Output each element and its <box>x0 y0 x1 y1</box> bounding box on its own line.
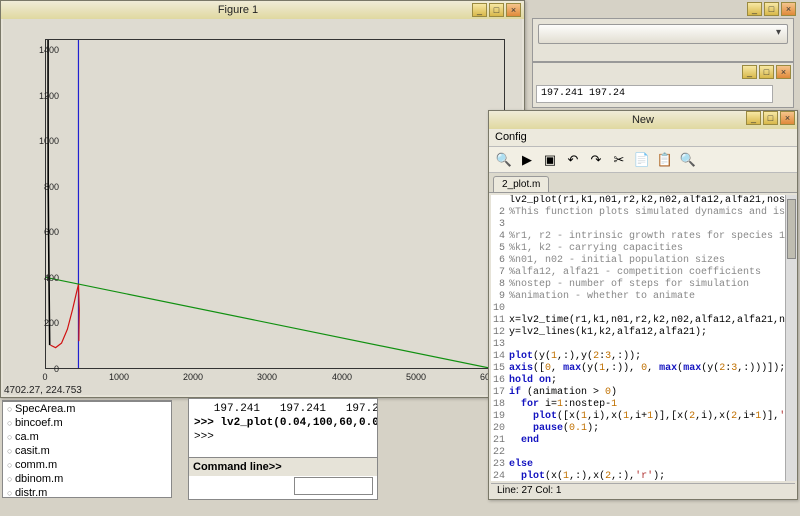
undo-icon[interactable]: ↶ <box>564 151 582 169</box>
zoom-icon[interactable]: 🔍 <box>495 151 513 169</box>
code-line[interactable]: 8%nostep - number of steps for simulatio… <box>491 279 785 291</box>
run-icon[interactable]: ▶ <box>518 151 536 169</box>
editor-max-button[interactable]: □ <box>763 111 778 125</box>
code-line[interactable]: 18 for i=1:nostep-1 <box>491 399 785 411</box>
xtick: 0 <box>42 372 47 382</box>
paste-icon[interactable]: 📋 <box>656 151 674 169</box>
redo-icon[interactable]: ↷ <box>587 151 605 169</box>
file-list-item[interactable]: bincoef.m <box>3 416 171 430</box>
code-line[interactable]: 22 <box>491 447 785 459</box>
figure-minimize-button[interactable]: _ <box>472 3 487 17</box>
code-line[interactable]: 4%r1, r2 - intrinsic growth rates for sp… <box>491 231 785 243</box>
editor-statusbar: Line: 27 Col: 1 <box>491 483 795 499</box>
code-line[interactable]: 15axis([0, max(y(1,:)), 0, max(max(y(2:3… <box>491 363 785 375</box>
ytick: 600 <box>31 227 59 237</box>
code-line[interactable]: 3 <box>491 219 785 231</box>
code-line[interactable]: 6%n01, n02 - initial population sizes <box>491 255 785 267</box>
xtick: 3000 <box>257 372 277 382</box>
code-line[interactable]: 19 plot([x(1,i),x(1,i+1)],[x(2,i),x(2,i+… <box>491 411 785 423</box>
code-line[interactable]: 20 pause(0.1); <box>491 423 785 435</box>
file-list[interactable]: SpecArea.mbincoef.mca.mcasit.mcomm.mdbin… <box>2 400 172 498</box>
find-icon[interactable]: 🔍 <box>679 151 697 169</box>
file-list-item[interactable]: dbinom.m <box>3 472 171 486</box>
panel-min-button[interactable]: _ <box>742 65 757 79</box>
code-line[interactable]: 11x=lv2_time(r1,k1,n01,r2,k2,n02,alfa12,… <box>491 315 785 327</box>
editor-min-button[interactable]: _ <box>746 111 761 125</box>
figure-window: Figure 1 _ □ × 0 200 400 600 800 <box>0 0 525 398</box>
command-window: 197.241 197.241 197.241 >>> lv2_plot(0.0… <box>188 398 378 500</box>
file-list-item[interactable]: ca.m <box>3 430 171 444</box>
figure-maximize-button[interactable]: □ <box>489 3 504 17</box>
figure-title: Figure 1 <box>4 4 472 16</box>
xtick: 5000 <box>406 372 426 382</box>
code-line[interactable]: lv2_plot(r1,k1,n01,r2,k2,n02,alfa12,alfa… <box>491 195 785 207</box>
panel-values: _ □ × 197.241 197.24 <box>532 62 794 108</box>
code-line[interactable]: 12y=lv2_lines(k1,k2,alfa12,alfa21); <box>491 327 785 339</box>
editor-scrollbar[interactable] <box>785 195 797 481</box>
code-line[interactable]: 21 end <box>491 435 785 447</box>
editor-toolbar: 🔍 ▶ ▣ ↶ ↷ ✂ 📄 📋 🔍 <box>489 147 797 173</box>
editor-menu-config[interactable]: Config <box>489 129 797 147</box>
code-line[interactable]: 10 <box>491 303 785 315</box>
print-icon[interactable]: ▣ <box>541 151 559 169</box>
ytick: 800 <box>31 182 59 192</box>
figure-titlebar[interactable]: Figure 1 _ □ × <box>1 1 524 19</box>
code-line[interactable]: 2%This function plots simulated dynamics… <box>491 207 785 219</box>
cut-icon[interactable]: ✂ <box>610 151 628 169</box>
editor-text-area[interactable]: lv2_plot(r1,k1,n01,r2,k2,n02,alfa12,alfa… <box>491 195 785 481</box>
ytick: 1400 <box>31 45 59 55</box>
dropdown-selector[interactable] <box>538 24 788 44</box>
scrollbar-thumb[interactable] <box>787 199 796 259</box>
plot-axes[interactable] <box>45 39 505 369</box>
panel-dropdown <box>532 18 794 62</box>
code-line[interactable]: 5%k1, k2 - carrying capacities <box>491 243 785 255</box>
ytick: 200 <box>31 318 59 328</box>
xtick: 4000 <box>332 372 352 382</box>
editor-close-button[interactable]: × <box>780 111 795 125</box>
file-list-item[interactable]: comm.m <box>3 458 171 472</box>
code-line[interactable]: 24 plot(x(1,:),x(2,:),'r'); <box>491 471 785 481</box>
code-line[interactable]: 23else <box>491 459 785 471</box>
outer-close-button[interactable]: × <box>781 2 796 16</box>
code-line[interactable]: 17if (animation > 0) <box>491 387 785 399</box>
ytick: 1200 <box>31 91 59 101</box>
outer-maximize-button[interactable]: □ <box>764 2 779 16</box>
code-line[interactable]: 14plot(y(1,:),y(2:3,:)); <box>491 351 785 363</box>
editor-tab[interactable]: 2_plot.m <box>493 176 549 192</box>
panel-max-button[interactable]: □ <box>759 65 774 79</box>
panel-close-button[interactable]: × <box>776 65 791 79</box>
figure-close-button[interactable]: × <box>506 3 521 17</box>
outer-minimize-button[interactable]: _ <box>747 2 762 16</box>
xtick: 1000 <box>109 372 129 382</box>
ytick: 400 <box>31 273 59 283</box>
file-list-item[interactable]: SpecArea.m <box>3 402 171 416</box>
command-input[interactable] <box>294 477 373 495</box>
code-line[interactable]: 9%animation - whether to animate <box>491 291 785 303</box>
file-list-item[interactable]: casit.m <box>3 444 171 458</box>
panel-values-text: 197.241 197.24 <box>536 85 773 103</box>
copy-icon[interactable]: 📄 <box>633 151 651 169</box>
editor-window: New _ □ × Config 🔍 ▶ ▣ ↶ ↷ ✂ 📄 📋 🔍 2_plo… <box>488 110 798 500</box>
code-line[interactable]: 7%alfa12, alfa21 - competition coefficie… <box>491 267 785 279</box>
code-line[interactable]: 16hold on; <box>491 375 785 387</box>
editor-tabs: 2_plot.m <box>489 173 797 193</box>
code-line[interactable]: 13 <box>491 339 785 351</box>
command-prompt-label: Command line>> <box>189 457 377 476</box>
file-list-item[interactable]: distr.m <box>3 486 171 498</box>
ytick: 1000 <box>31 136 59 146</box>
xtick: 2000 <box>183 372 203 382</box>
command-output: 197.241 197.241 197.241 >>> lv2_plot(0.0… <box>189 399 377 457</box>
